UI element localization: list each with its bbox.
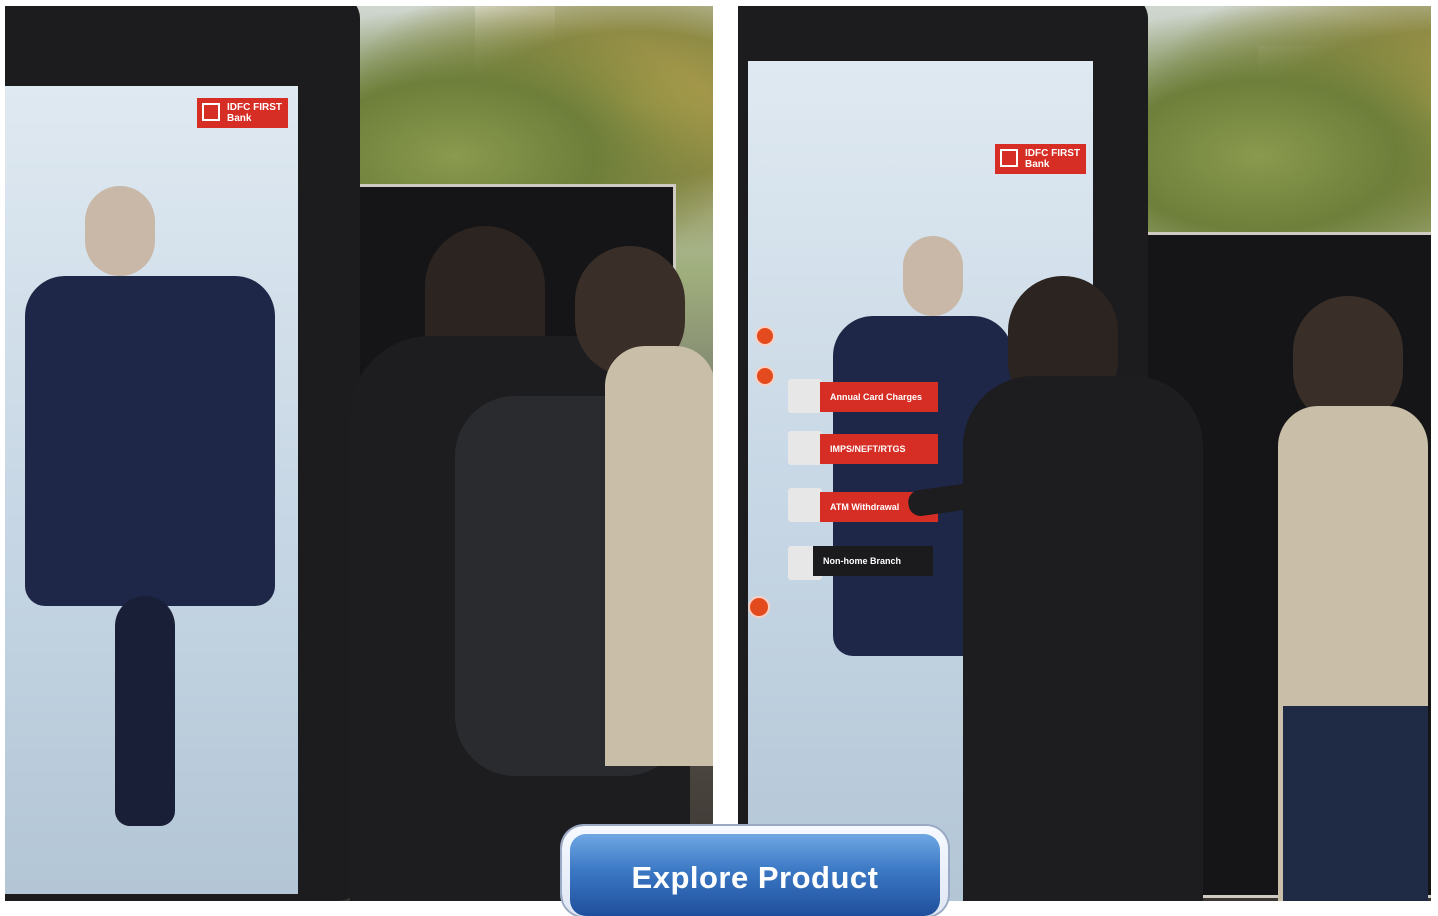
trees [1138, 6, 1431, 256]
logo-line2: Bank [1025, 159, 1050, 170]
presenter-figure [25, 276, 275, 606]
second-visitor-trousers [1283, 706, 1428, 901]
logo-line1: IDFC FIRST [227, 102, 282, 113]
menu-icon[interactable] [788, 488, 822, 522]
bank-logo: IDFC FIRST Bank [995, 144, 1086, 174]
photo-right: IDFC FIRST Bank Annual Card Charges IMPS… [738, 6, 1431, 901]
explore-product-label: Explore Product [631, 860, 879, 895]
nav-dot-icon[interactable] [748, 596, 770, 618]
logo-mark-icon [1000, 149, 1018, 167]
logo-line1: IDFC FIRST [1025, 148, 1080, 159]
menu-icon[interactable] [788, 431, 822, 465]
presenter-legs [115, 596, 175, 826]
menu-option-annual-card-charges[interactable]: Annual Card Charges [820, 382, 938, 412]
explore-product-button[interactable]: Explore Product [562, 826, 948, 916]
menu-option-imps-neft-rtgs[interactable]: IMPS/NEFT/RTGS [820, 434, 938, 464]
second-visitor-body [605, 346, 713, 766]
menu-option-non-home-branch[interactable]: Non-home Branch [813, 546, 933, 576]
photo-left: IDFC FIRST Bank [5, 6, 713, 901]
nav-dot-icon[interactable] [755, 366, 775, 386]
nav-dot-icon[interactable] [755, 326, 775, 346]
logo-line2: Bank [227, 113, 252, 124]
visitor-jacket [963, 376, 1203, 901]
menu-icon[interactable] [788, 379, 822, 413]
bank-logo: IDFC FIRST Bank [197, 98, 288, 128]
presenter-head [85, 186, 155, 276]
presenter-head [903, 236, 963, 316]
logo-mark-icon [202, 103, 220, 121]
